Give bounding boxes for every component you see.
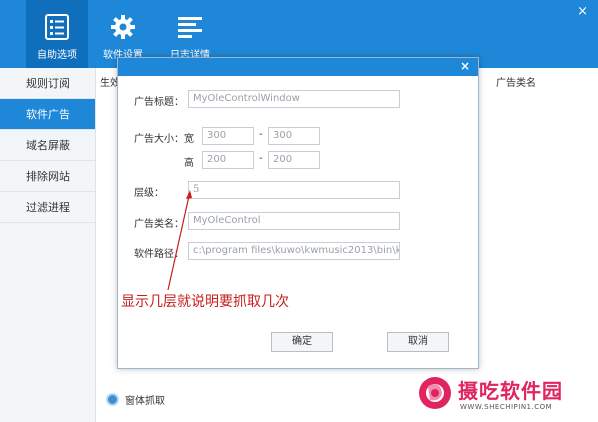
watermark-name: 摄吃软件园	[458, 379, 563, 403]
watermark: 摄吃软件园 WWW.SHECHIPIN1.COM	[418, 372, 596, 420]
watermark-url: WWW.SHECHIPIN1.COM	[460, 403, 553, 411]
watermark-logo-icon	[419, 377, 451, 409]
annotation-text: 显示几层就说明要抓取几次	[121, 294, 289, 310]
annotation-arrow	[167, 190, 192, 291]
